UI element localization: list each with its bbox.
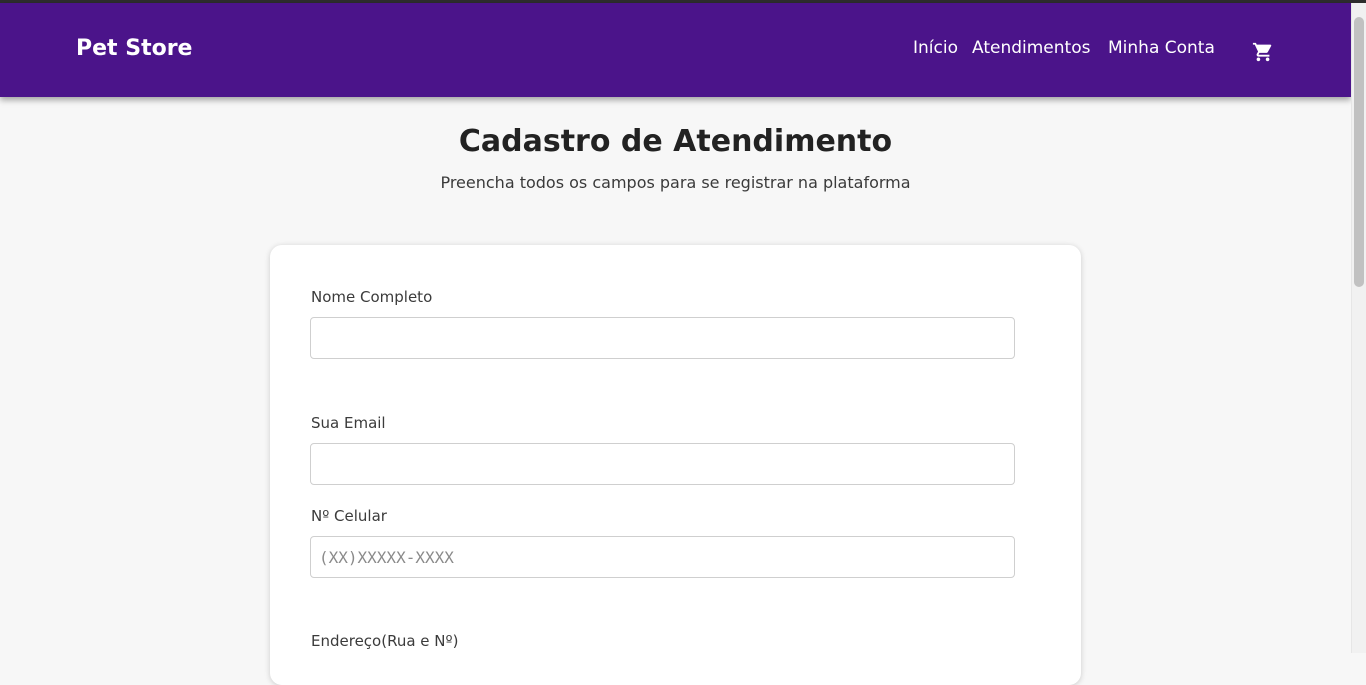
page-subtitle: Preencha todos os campos para se registr… — [440, 173, 911, 192]
phone-label: Nº Celular — [311, 507, 387, 525]
nav-link-home[interactable]: Início — [913, 38, 958, 58]
page-title: Cadastro de Atendimento — [458, 124, 893, 159]
name-input[interactable] — [310, 317, 1015, 359]
name-label: Nome Completo — [311, 288, 433, 306]
brand-logo[interactable]: Pet Store — [76, 36, 192, 61]
nav-link-services[interactable]: Atendimentos — [972, 38, 1090, 58]
page-scrollbar[interactable] — [1351, 3, 1366, 653]
registration-form: Nome Completo Sua Email Nº Celular Ender… — [270, 245, 1081, 685]
navbar: Pet Store Início Atendimentos Minha Cont… — [0, 3, 1351, 97]
email-input[interactable] — [310, 443, 1015, 485]
address-label: Endereço(Rua e Nº) — [311, 632, 459, 650]
shopping-cart-icon[interactable] — [1252, 41, 1274, 63]
nav-link-account[interactable]: Minha Conta — [1108, 38, 1215, 58]
email-label: Sua Email — [311, 414, 386, 432]
scrollbar-thumb[interactable] — [1354, 17, 1364, 287]
phone-input[interactable] — [310, 536, 1015, 578]
